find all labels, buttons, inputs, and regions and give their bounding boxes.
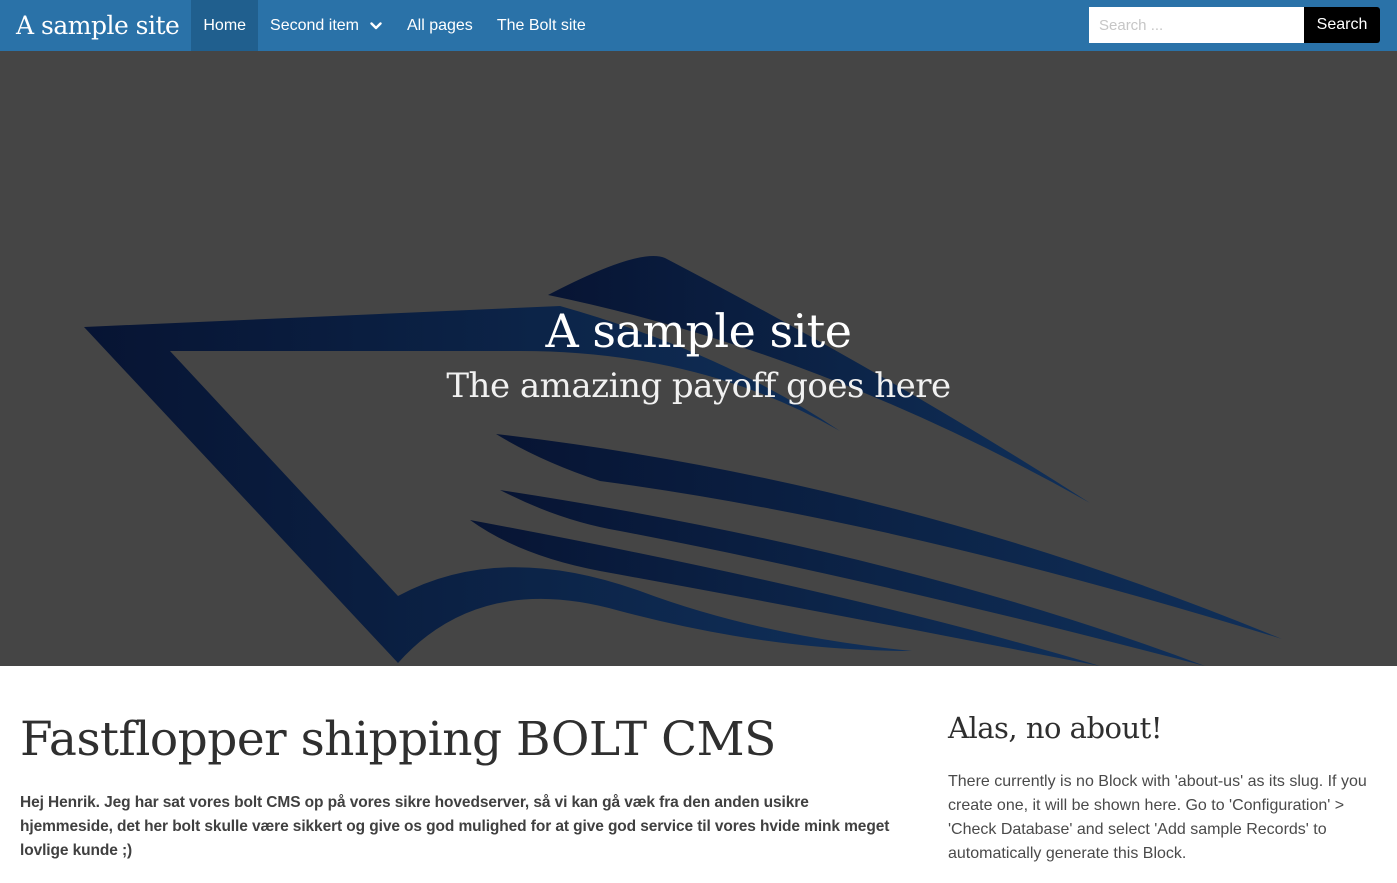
hero-title: A sample site: [545, 304, 852, 358]
top-navbar: A sample site Home Second item All pages…: [0, 0, 1397, 51]
nav-menu: Home Second item All pages The Bolt site: [191, 0, 597, 51]
nav-item-label: Second item: [270, 16, 359, 34]
hero-subtitle: The amazing payoff goes here: [446, 366, 951, 406]
main-content: Fastflopper shipping BOLT CMS Hej Henrik…: [20, 710, 900, 863]
nav-item-second-item[interactable]: Second item: [258, 0, 395, 51]
nav-item-label: All pages: [406, 16, 473, 34]
nav-item-home[interactable]: Home: [191, 0, 259, 51]
hero-banner: A sample site The amazing payoff goes he…: [0, 51, 1397, 666]
sidebar-about: Alas, no about! There currently is no Bl…: [948, 708, 1368, 866]
page-title: Fastflopper shipping BOLT CMS: [20, 712, 776, 767]
sidebar-body-text: There currently is no Block with 'about-…: [948, 773, 1367, 862]
nav-item-label: Home: [203, 16, 247, 34]
nav-item-all-pages[interactable]: All pages: [395, 0, 485, 51]
nav-item-label: The Bolt site: [496, 16, 586, 34]
page-body-text: Hej Henrik. Jeg har sat vores bolt CMS o…: [20, 794, 890, 859]
search-input[interactable]: [1089, 7, 1304, 43]
search-form: Search: [1089, 7, 1380, 43]
search-button[interactable]: Search: [1304, 7, 1380, 43]
chevron-down-icon: [370, 21, 382, 29]
nav-item-bolt-site[interactable]: The Bolt site: [485, 0, 598, 51]
sidebar-title: Alas, no about!: [948, 711, 1162, 745]
site-brand[interactable]: A sample site: [0, 0, 191, 51]
